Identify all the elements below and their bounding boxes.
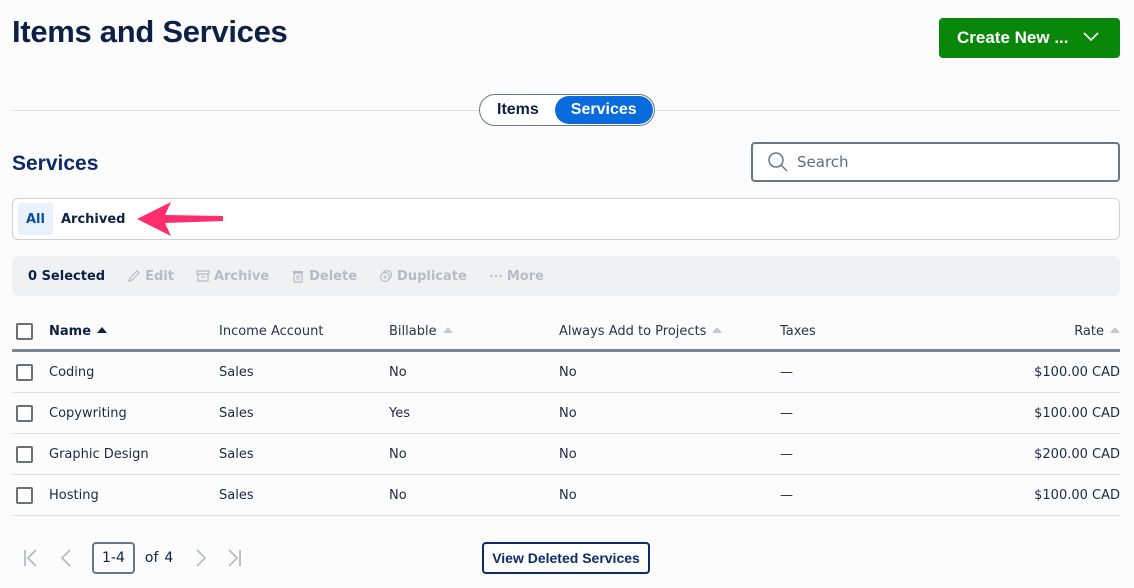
sort-icon	[442, 327, 453, 333]
trash-icon	[293, 271, 304, 283]
column-name-label: Name	[49, 324, 92, 339]
cell-always-add: No	[559, 487, 577, 503]
last-page-icon	[228, 549, 242, 567]
sort-ascending-icon	[97, 327, 108, 333]
column-header-always-add-to-projects[interactable]: Always Add to Projects	[559, 324, 723, 339]
column-header-name[interactable]: Name	[49, 324, 108, 339]
sort-icon	[712, 327, 723, 333]
row-checkbox[interactable]	[16, 363, 33, 381]
delete-button[interactable]: Delete	[291, 269, 357, 284]
edit-button[interactable]: Edit	[127, 269, 174, 284]
column-header-billable[interactable]: Billable	[389, 324, 453, 339]
row-checkbox[interactable]	[16, 486, 33, 504]
cell-taxes: —	[780, 364, 793, 380]
cell-taxes: —	[780, 446, 793, 462]
next-page-button[interactable]	[191, 548, 209, 568]
chevron-down-icon	[1083, 32, 1099, 42]
first-page-button[interactable]	[22, 548, 40, 568]
bulk-actions-bar: 0 Selected Edit Archive Delete Duplicate…	[12, 256, 1120, 296]
page-title: Items and Services	[12, 14, 288, 49]
cell-income-account: Sales	[219, 364, 254, 380]
cell-name[interactable]: Hosting	[49, 488, 99, 503]
row-checkbox[interactable]	[16, 445, 33, 463]
cell-name[interactable]: Graphic Design	[49, 447, 149, 462]
cell-billable: Yes	[389, 405, 410, 421]
pencil-icon	[128, 270, 140, 282]
chevron-left-icon	[60, 549, 71, 567]
more-button[interactable]: More	[489, 269, 544, 284]
search-icon	[768, 152, 788, 172]
duplicate-button[interactable]: Duplicate	[379, 269, 467, 284]
duplicate-label: Duplicate	[397, 268, 467, 284]
annotation-arrow-icon	[137, 202, 223, 236]
cell-always-add: No	[559, 446, 577, 462]
cell-taxes: —	[780, 405, 793, 421]
cell-always-add: No	[559, 405, 577, 421]
cell-rate: $100.00 CAD	[1034, 405, 1120, 421]
cell-income-account: Sales	[219, 487, 254, 503]
duplicate-icon	[379, 269, 393, 283]
page-of-label: of	[144, 550, 159, 566]
table-row[interactable]: Coding Sales No No — $100.00 CAD	[12, 352, 1120, 393]
row-checkbox[interactable]	[16, 404, 33, 422]
cell-rate: $100.00 CAD	[1034, 364, 1120, 380]
toggle-services[interactable]: Services	[554, 96, 653, 124]
edit-label: Edit	[145, 268, 174, 284]
chevron-right-icon	[196, 549, 207, 567]
search-box	[751, 142, 1120, 182]
archive-button[interactable]: Archive	[196, 269, 269, 284]
table-row[interactable]: Hosting Sales No No — $100.00 CAD	[12, 475, 1120, 516]
table-header-row: Name Income Account Billable Always Add …	[12, 314, 1120, 352]
cell-billable: No	[389, 364, 407, 380]
table-row[interactable]: Graphic Design Sales No No — $200.00 CAD	[12, 434, 1120, 475]
cell-always-add: No	[559, 364, 577, 380]
pagination: 1-4 of 4	[22, 542, 243, 574]
column-billable-label: Billable	[389, 324, 437, 339]
delete-label: Delete	[309, 268, 358, 284]
items-services-toggle: Items Services	[479, 94, 655, 126]
more-label: More	[506, 268, 544, 284]
archive-label: Archive	[213, 268, 270, 284]
archive-box-icon	[196, 270, 210, 282]
services-table: Name Income Account Billable Always Add …	[12, 314, 1120, 516]
cell-income-account: Sales	[219, 446, 254, 462]
create-new-label: Create New ...	[957, 28, 1069, 47]
cell-billable: No	[389, 487, 407, 503]
select-all-checkbox[interactable]	[16, 323, 33, 340]
table-row[interactable]: Copywriting Sales Yes No — $100.00 CAD	[12, 393, 1120, 434]
column-header-taxes: Taxes	[780, 324, 816, 339]
create-new-button[interactable]: Create New ...	[939, 18, 1120, 58]
selected-count: 0 Selected	[28, 268, 106, 284]
column-header-rate[interactable]: Rate	[1074, 324, 1120, 339]
page-range-input[interactable]: 1-4	[92, 542, 135, 574]
search-input[interactable]	[797, 153, 1097, 171]
cell-rate: $200.00 CAD	[1034, 446, 1120, 462]
column-header-income-account: Income Account	[219, 324, 324, 339]
first-page-icon	[24, 549, 37, 567]
cell-income-account: Sales	[219, 405, 254, 421]
sort-icon	[1110, 327, 1120, 333]
cell-taxes: —	[780, 487, 793, 503]
toggle-items[interactable]: Items	[481, 96, 555, 124]
cell-billable: No	[389, 446, 407, 462]
ellipsis-icon	[490, 274, 502, 278]
cell-name[interactable]: Coding	[49, 365, 94, 380]
previous-page-button[interactable]	[58, 548, 76, 568]
filter-all[interactable]: All	[18, 203, 53, 235]
cell-name[interactable]: Copywriting	[49, 406, 127, 421]
cell-rate: $100.00 CAD	[1034, 487, 1120, 503]
filter-archived[interactable]: Archived	[53, 203, 134, 235]
view-deleted-services-button[interactable]: View Deleted Services	[482, 542, 650, 574]
column-rate-label: Rate	[1074, 324, 1104, 339]
last-page-button[interactable]	[225, 548, 243, 568]
section-title: Services	[12, 152, 99, 175]
column-projects-label: Always Add to Projects	[559, 324, 707, 339]
page-total: 4	[164, 550, 174, 566]
